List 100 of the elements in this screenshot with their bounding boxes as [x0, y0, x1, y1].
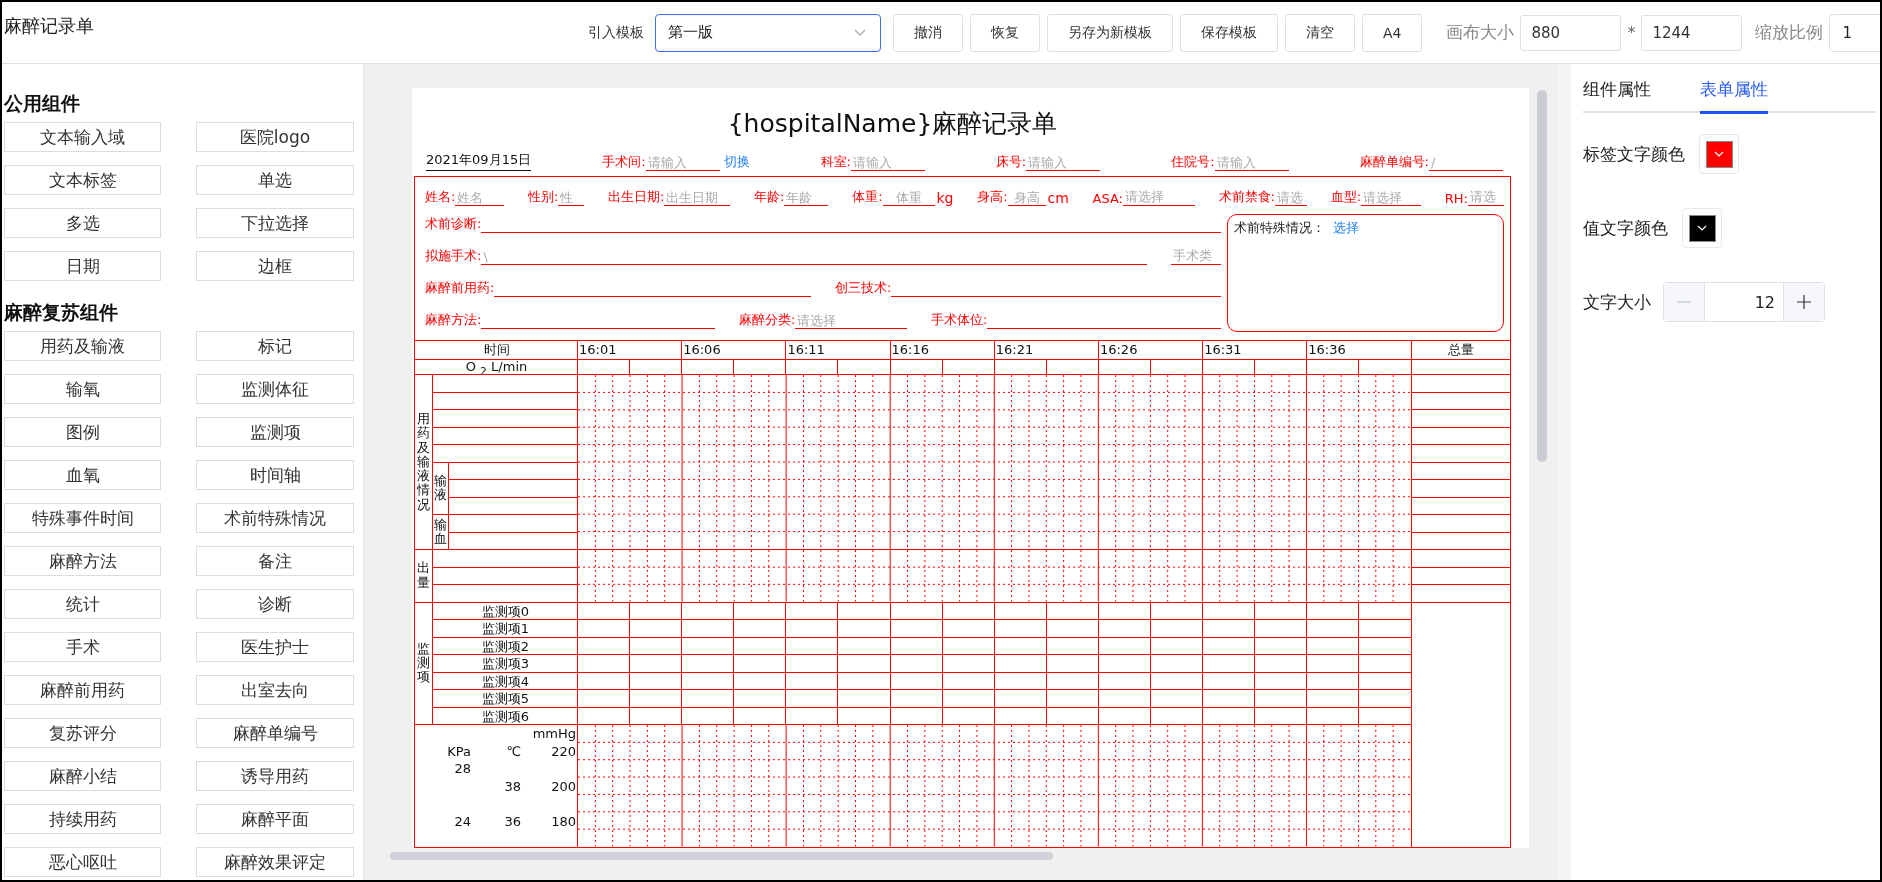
text-field[interactable]: 姓名: [455, 189, 505, 206]
toolbar-button[interactable]: 撤消: [893, 13, 963, 52]
component-button[interactable]: 医院logo: [196, 122, 354, 152]
text-field[interactable]: 手术类: [1171, 247, 1221, 265]
component-button[interactable]: 监测项: [196, 417, 354, 447]
table-cell: [1359, 360, 1412, 375]
switch-link[interactable]: 切换: [723, 153, 750, 171]
table-cell: [630, 602, 683, 620]
text-field[interactable]: 请选: [1467, 188, 1504, 206]
component-button[interactable]: 麻醉效果评定: [196, 847, 354, 877]
component-button[interactable]: 医生护士: [196, 632, 354, 662]
text-field[interactable]: 请输入: [645, 154, 720, 171]
row-label-cell: 监测项4: [433, 672, 578, 690]
horizontal-scrollbar[interactable]: [390, 852, 1053, 860]
minus-icon: [1677, 301, 1691, 303]
component-button[interactable]: 麻醉平面: [196, 804, 354, 834]
text-field[interactable]: 请选择: [1361, 189, 1422, 206]
toolbar-button[interactable]: 清空: [1285, 13, 1355, 52]
text-field[interactable]: 年龄: [784, 189, 829, 206]
text-field[interactable]: 请选择: [795, 312, 907, 329]
component-button[interactable]: 麻醉小结: [4, 761, 161, 791]
component-button[interactable]: 多选: [4, 208, 161, 238]
number-stepper[interactable]: 12: [1663, 282, 1825, 322]
component-button[interactable]: 特殊事件时间: [4, 503, 161, 533]
text-field[interactable]: \: [481, 248, 1147, 265]
component-button[interactable]: 麻醉方法: [4, 546, 161, 576]
tab[interactable]: 组件属性: [1583, 64, 1651, 113]
component-button[interactable]: 出室去向: [196, 675, 354, 705]
component-button[interactable]: 日期: [4, 251, 161, 281]
table-cell: [994, 602, 1047, 620]
component-button[interactable]: 监测体征: [196, 374, 354, 404]
table-cell: [942, 655, 995, 673]
component-button[interactable]: 诱导用药: [196, 761, 354, 791]
component-button[interactable]: 标记: [196, 331, 354, 361]
component-button[interactable]: 下拉选择: [196, 208, 354, 238]
component-button[interactable]: 持续用药: [4, 804, 161, 834]
component-button[interactable]: 输氧: [4, 374, 161, 404]
table-cell: [1255, 620, 1308, 638]
toolbar-button[interactable]: A4: [1362, 13, 1423, 52]
special-condition-label: 术前特殊情况：: [1234, 219, 1325, 237]
component-button[interactable]: 备注: [196, 546, 354, 576]
table-cell: [682, 620, 735, 638]
field-label: 术前诊断:: [425, 215, 482, 233]
table-cell: [994, 707, 1047, 725]
component-button[interactable]: 麻醉单编号: [196, 718, 354, 748]
table-cell: [994, 655, 1047, 673]
text-field[interactable]: /: [1428, 154, 1503, 171]
text-field[interactable]: 请选择: [1122, 188, 1195, 206]
text-field[interactable]: 性: [558, 189, 585, 206]
toolbar-button[interactable]: 保存模板: [1180, 13, 1278, 52]
component-button[interactable]: 麻醉前用药: [4, 675, 161, 705]
height-input[interactable]: 1244: [1641, 14, 1743, 51]
component-button[interactable]: 边框: [196, 251, 354, 281]
times-sign: *: [1627, 23, 1636, 42]
table-cell: [1098, 690, 1152, 708]
select-link[interactable]: 选择: [1333, 219, 1359, 237]
component-button[interactable]: 时间轴: [196, 460, 354, 490]
component-button[interactable]: 术前特殊情况: [196, 503, 354, 533]
text-field[interactable]: 身高: [1007, 189, 1046, 206]
component-button[interactable]: 统计: [4, 589, 161, 619]
color-picker[interactable]: [1682, 208, 1722, 248]
text-field[interactable]: 体重: [882, 189, 935, 206]
table-cell: [1098, 655, 1152, 673]
component-button[interactable]: 恶心呕吐: [4, 847, 161, 877]
table-cell: [1203, 655, 1256, 673]
text-field[interactable]: 请选: [1275, 189, 1307, 206]
increment-button[interactable]: [1783, 283, 1824, 321]
component-button[interactable]: 图例: [4, 417, 161, 447]
table-cell: [734, 602, 787, 620]
toolbar-button[interactable]: 恢复: [970, 13, 1040, 52]
table-cell: [994, 637, 1047, 655]
component-button[interactable]: 用药及输液: [4, 331, 161, 361]
time-header-cell: 16:26: [1098, 341, 1204, 360]
template-select[interactable]: 第一版: [655, 13, 881, 52]
text-field[interactable]: 请输入: [1026, 154, 1101, 171]
field-label: 年龄:: [754, 188, 785, 206]
table-cell: [1151, 602, 1204, 620]
table-cell: [1098, 637, 1152, 655]
color-picker[interactable]: [1699, 134, 1739, 174]
table-cell: [942, 360, 995, 375]
zoom-select[interactable]: 1: [1829, 13, 1880, 52]
text-field[interactable]: 请输入: [850, 154, 925, 171]
component-button[interactable]: 单选: [196, 165, 354, 195]
component-button[interactable]: 诊断: [196, 589, 354, 619]
table-cell: [1255, 690, 1308, 708]
unit-label: mmHg: [531, 725, 577, 743]
component-button[interactable]: 文本输入域: [4, 122, 161, 152]
component-button[interactable]: 血氧: [4, 460, 161, 490]
text-field[interactable]: 出生日期: [664, 189, 731, 206]
toolbar-button[interactable]: 另存为新模板: [1047, 13, 1173, 52]
tab[interactable]: 表单属性: [1700, 64, 1768, 114]
width-input[interactable]: 880: [1520, 14, 1622, 51]
date-field[interactable]: 2021年09月15日: [426, 151, 532, 171]
time-header-cell: 16:11: [786, 341, 891, 360]
component-button[interactable]: 文本标签: [4, 165, 161, 195]
vertical-scrollbar[interactable]: [1537, 90, 1547, 462]
component-button[interactable]: 复苏评分: [4, 718, 161, 748]
text-field[interactable]: 请输入: [1214, 154, 1289, 171]
property-label: 标签文字颜色: [1583, 142, 1685, 166]
component-button[interactable]: 手术: [4, 632, 161, 662]
